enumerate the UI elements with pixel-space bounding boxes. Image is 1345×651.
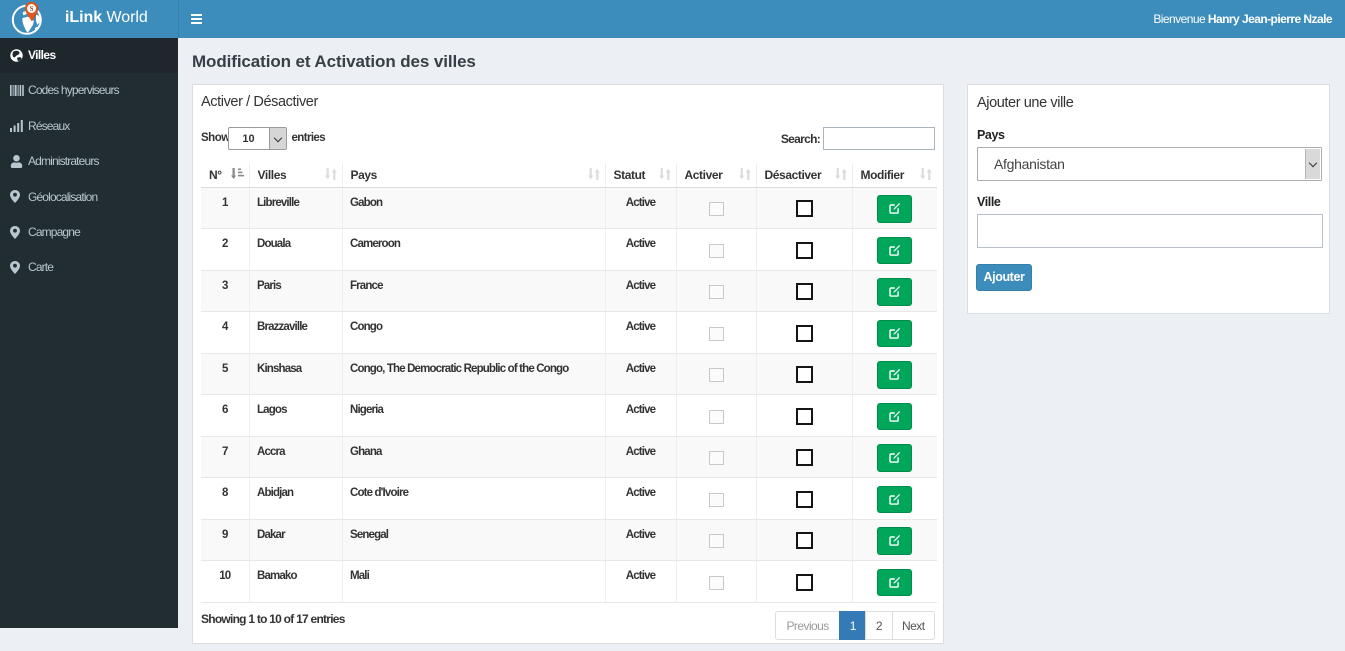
svg-text:S: S [30, 5, 34, 13]
